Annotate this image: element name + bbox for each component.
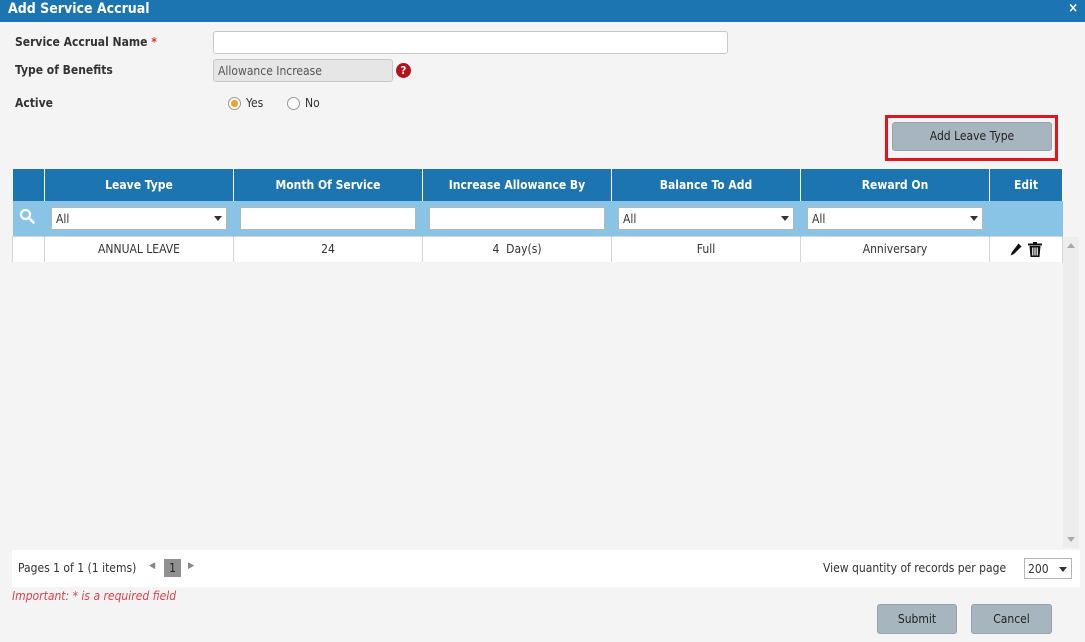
grid-filter-row: All All All xyxy=(12,201,1063,236)
cell-increase-allowance-by: 4 Day(s) xyxy=(422,235,612,263)
header-reward-on[interactable]: Reward On xyxy=(800,169,990,201)
filter-increase-allowance-input[interactable] xyxy=(429,206,605,230)
filter-increase-cell xyxy=(422,201,612,236)
service-accrual-name-label: Service Accrual Name * xyxy=(15,35,157,49)
filter-search-cell xyxy=(12,201,45,236)
filter-balance-to-add-select[interactable]: All xyxy=(618,206,794,230)
cell-leave-type: ANNUAL LEAVE xyxy=(44,235,234,263)
type-of-benefits-field: Allowance Increase xyxy=(213,59,393,82)
header-edit: Edit xyxy=(989,169,1063,201)
active-label: Active xyxy=(15,96,53,110)
row-blank-cell xyxy=(12,235,45,263)
pencil-icon[interactable] xyxy=(1009,242,1023,257)
trash-icon[interactable] xyxy=(1027,241,1043,257)
header-balance-to-add[interactable]: Balance To Add xyxy=(611,169,801,201)
chevron-down-icon xyxy=(970,215,978,221)
filter-reward-cell: All xyxy=(800,201,990,236)
header-increase-allowance-by[interactable]: Increase Allowance By xyxy=(422,169,612,201)
submit-button[interactable]: Submit xyxy=(877,604,957,634)
pager: Pages 1 of 1 (1 items) ◀ 1 ▶ View quanti… xyxy=(12,550,1080,587)
current-page-button[interactable]: 1 xyxy=(164,559,181,577)
grid-empty-area xyxy=(12,262,1062,548)
filter-edit-cell xyxy=(989,201,1063,236)
filter-reward-on-select[interactable]: All xyxy=(807,206,983,230)
records-per-page-label: View quantity of records per page xyxy=(823,561,1007,575)
chevron-down-icon xyxy=(781,215,789,221)
header-month-of-service[interactable]: Month Of Service xyxy=(233,169,423,201)
close-icon[interactable]: × xyxy=(1068,1,1078,16)
leave-type-grid: Leave Type Month Of Service Increase All… xyxy=(12,169,1063,263)
filter-leave-type-select[interactable]: All xyxy=(51,206,227,230)
next-page-icon[interactable]: ▶ xyxy=(188,561,194,571)
required-mark: * xyxy=(151,35,157,49)
scroll-down-icon[interactable] xyxy=(1067,537,1075,542)
service-accrual-name-input[interactable] xyxy=(213,31,728,54)
search-icon[interactable] xyxy=(19,208,35,225)
add-leave-type-button[interactable]: Add Leave Type xyxy=(892,122,1052,151)
cell-month-of-service: 24 xyxy=(233,235,423,263)
filter-balance-cell: All xyxy=(611,201,801,236)
radio-selected-icon[interactable] xyxy=(228,96,241,110)
window-title: Add Service Accrual xyxy=(8,1,150,17)
grid-scrollbar[interactable] xyxy=(1063,237,1079,548)
cell-reward-on: Anniversary xyxy=(800,235,990,263)
prev-page-icon[interactable]: ◀ xyxy=(149,561,155,571)
table-row[interactable]: ANNUAL LEAVE 24 4 Day(s) Full Anniversar… xyxy=(12,235,1063,263)
chevron-down-icon xyxy=(1059,567,1067,572)
filter-month-of-service-input[interactable] xyxy=(240,206,416,230)
type-of-benefits-label: Type of Benefits xyxy=(15,63,113,77)
radio-unselected-icon[interactable] xyxy=(287,96,300,110)
active-no-radio[interactable]: No xyxy=(287,96,320,110)
cell-balance-to-add: Full xyxy=(611,235,801,263)
required-field-note: Important: * is a required field xyxy=(12,589,177,603)
cell-edit-actions xyxy=(989,235,1063,263)
filter-leave-type-cell: All xyxy=(44,201,234,236)
pager-info: Pages 1 of 1 (1 items) xyxy=(18,561,137,575)
grid-header-row: Leave Type Month Of Service Increase All… xyxy=(12,169,1063,201)
header-leave-type[interactable]: Leave Type xyxy=(44,169,234,201)
header-blank xyxy=(12,169,45,201)
cancel-button[interactable]: Cancel xyxy=(971,604,1052,634)
active-yes-label: Yes xyxy=(246,96,264,110)
help-icon[interactable]: ? xyxy=(396,63,411,78)
chevron-down-icon xyxy=(214,215,222,221)
records-per-page-select[interactable]: 200 xyxy=(1024,558,1072,579)
active-no-label: No xyxy=(305,96,320,110)
active-yes-radio[interactable]: Yes xyxy=(228,96,263,110)
filter-month-cell xyxy=(233,201,423,236)
scroll-up-icon[interactable] xyxy=(1067,243,1075,248)
window-titlebar: Add Service Accrual × xyxy=(0,0,1085,22)
